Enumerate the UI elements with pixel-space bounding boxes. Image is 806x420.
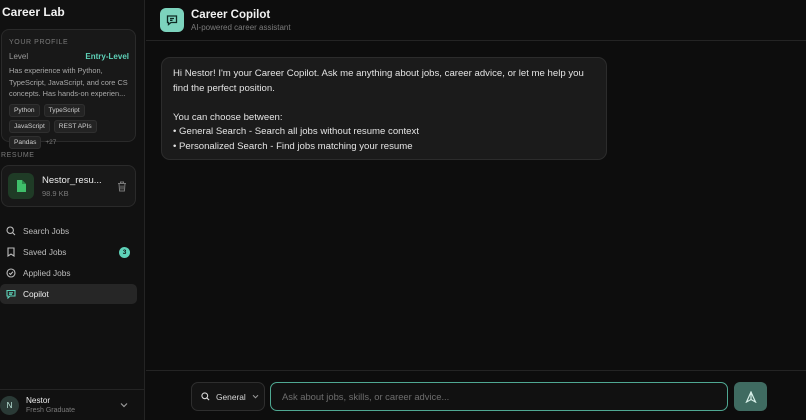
- profile-description: Has experience with Python, TypeScript, …: [9, 66, 128, 99]
- header-text: Career Copilot AI-powered career assista…: [191, 9, 291, 32]
- user-menu[interactable]: N Nestor Fresh Graduate: [0, 389, 145, 420]
- sidebar-nav: Search Jobs Saved Jobs 3 Applied Jobs Co…: [0, 221, 137, 305]
- profile-card: YOUR PROFILE Level Entry-Level Has exper…: [1, 29, 136, 149]
- search-mode-label: General: [216, 391, 246, 402]
- message-option-general: • General Search - Search all jobs witho…: [173, 126, 419, 138]
- user-name: Nestor: [26, 396, 51, 405]
- sidebar: Career Lab YOUR PROFILE Level Entry-Leve…: [0, 0, 145, 420]
- level-key: Level: [9, 52, 29, 61]
- page-subtitle: AI-powered career assistant: [191, 22, 291, 32]
- level-row: Level Entry-Level: [9, 52, 129, 61]
- chat-input[interactable]: [270, 382, 728, 411]
- resume-section-label: RESUME: [1, 152, 35, 159]
- brand-title: Career Lab: [2, 5, 65, 19]
- resume-card[interactable]: Nestor_resu... 98.9 KB: [1, 165, 136, 207]
- skill-chips: Python TypeScript JavaScript REST APIs P…: [9, 104, 129, 149]
- message-option-personalized: • Personalized Search - Find jobs matchi…: [173, 140, 413, 152]
- skill-chip: TypeScript: [43, 104, 85, 117]
- skill-chip: Python: [9, 104, 40, 117]
- resume-file-name: Nestor_resu...: [42, 174, 102, 186]
- bookmark-icon: [7, 247, 15, 257]
- chat-header: Career Copilot AI-powered career assista…: [146, 0, 806, 41]
- sidebar-item-copilot[interactable]: Copilot: [0, 284, 137, 304]
- file-meta: Nestor_resu... 98.9 KB: [42, 175, 115, 198]
- chat-icon: [160, 8, 184, 32]
- search-icon: [201, 392, 210, 401]
- chat-icon: [6, 289, 16, 299]
- user-role: Fresh Graduate: [26, 407, 76, 414]
- search-mode-select[interactable]: General: [191, 382, 265, 411]
- file-icon: [8, 173, 34, 199]
- sidebar-item-label: Applied Jobs: [23, 268, 71, 278]
- message-choice-intro: You can choose between:: [173, 111, 283, 123]
- level-value: Entry-Level: [85, 52, 129, 61]
- chevron-down-icon[interactable]: [120, 402, 128, 408]
- send-button[interactable]: [734, 382, 767, 411]
- check-circle-icon: [6, 268, 16, 278]
- more-skills-count[interactable]: +27: [45, 139, 56, 146]
- sidebar-item-label: Copilot: [23, 289, 49, 299]
- profile-section-label: YOUR PROFILE: [9, 39, 69, 46]
- sidebar-item-search-jobs[interactable]: Search Jobs: [0, 221, 137, 241]
- message-greeting: Hi Nestor! I'm your Career Copilot. Ask …: [173, 68, 584, 94]
- chevron-down-icon: [252, 394, 259, 399]
- resume-file-size: 98.9 KB: [42, 188, 69, 198]
- assistant-message: Hi Nestor! I'm your Career Copilot. Ask …: [161, 57, 607, 160]
- sidebar-item-applied-jobs[interactable]: Applied Jobs: [0, 263, 137, 283]
- trash-icon[interactable]: [115, 179, 129, 193]
- avatar: N: [0, 395, 19, 415]
- sidebar-item-saved-jobs[interactable]: Saved Jobs 3: [0, 242, 137, 262]
- page-title: Career Copilot: [191, 8, 271, 21]
- saved-count-badge: 3: [119, 246, 130, 258]
- sidebar-item-label: Saved Jobs: [23, 247, 67, 257]
- skill-chip: Pandas: [9, 136, 42, 149]
- skill-chip: REST APIs: [53, 120, 97, 133]
- user-meta: Nestor Fresh Graduate: [26, 396, 120, 414]
- composer: General: [146, 370, 806, 420]
- sidebar-item-label: Search Jobs: [23, 226, 70, 236]
- skill-chip: JavaScript: [9, 120, 50, 133]
- send-icon: [744, 390, 757, 403]
- search-icon: [6, 226, 16, 236]
